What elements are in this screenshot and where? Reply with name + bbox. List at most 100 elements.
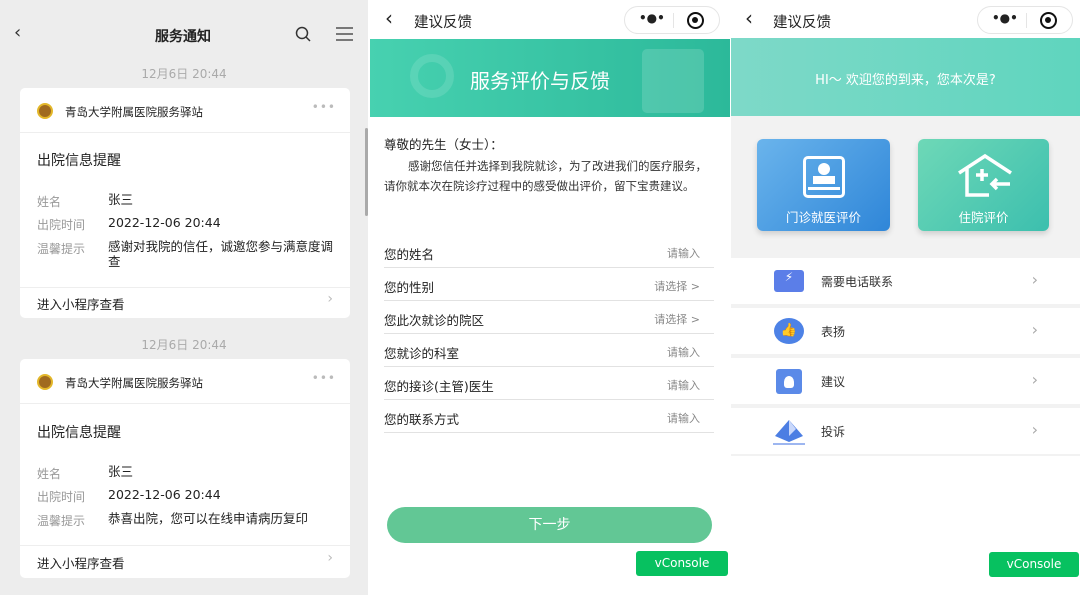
- campus-select[interactable]: 请选择 >: [654, 311, 700, 327]
- back-icon[interactable]: ‹: [745, 6, 753, 30]
- list-item-label: 需要电话联系: [821, 275, 894, 289]
- list-item-suggestion[interactable]: 建议 ›: [731, 358, 1080, 404]
- scrollbar[interactable]: [365, 128, 368, 216]
- feedback-home-panel: ‹ 建议反馈 •●• HI～ 欢迎您的到来，您本次是? 门诊就医评价 住院评价 …: [731, 0, 1080, 595]
- intro-paragraph: 感谢您信任并选择到我院就诊，为了改进我们的医疗服务，请你就本次在院诊疗过程中的感…: [384, 159, 707, 193]
- field-value: 恭喜出院，您可以在线申请病历复印: [108, 511, 309, 526]
- field-label: 您的姓名: [384, 247, 435, 262]
- chevron-right-icon: ›: [327, 291, 333, 307]
- card-title: 出院信息提醒: [37, 153, 121, 169]
- field-label: 姓名: [37, 467, 62, 481]
- header: ‹ 建议反馈 •●•: [731, 0, 1080, 40]
- chevron-right-icon: ›: [1031, 370, 1038, 389]
- form-row-campus[interactable]: 您此次就诊的院区 请选择 >: [384, 301, 714, 334]
- more-icon[interactable]: •••: [312, 371, 336, 385]
- field-label: 您就诊的科室: [384, 346, 460, 361]
- next-step-button[interactable]: 下一步: [387, 507, 712, 543]
- field-label: 出院时间: [37, 490, 86, 504]
- name-input[interactable]: 请输入: [667, 245, 700, 261]
- field-label: 温馨提示: [37, 242, 86, 256]
- list-item-phone-contact[interactable]: ⚡ 需要电话联系 ›: [731, 258, 1080, 304]
- list-item-label: 建议: [821, 375, 846, 389]
- capsule-menu: •●•: [977, 6, 1073, 34]
- field-label: 温馨提示: [37, 514, 86, 528]
- envelope-icon: [773, 420, 805, 445]
- inpatient-evaluation-button[interactable]: 住院评价: [918, 139, 1049, 231]
- field-label: 您的联系方式: [384, 412, 460, 427]
- page-title: 建议反馈: [773, 15, 831, 31]
- sender-name: 青岛大学附属医院服务驿站: [65, 105, 203, 119]
- chevron-right-icon: ›: [327, 550, 333, 566]
- chevron-right-icon: ›: [1031, 270, 1038, 289]
- field-label: 姓名: [37, 195, 62, 209]
- hospital-logo-icon: [37, 374, 53, 390]
- page-title: 建议反馈: [414, 15, 472, 31]
- back-icon[interactable]: ‹: [14, 22, 21, 43]
- contact-input[interactable]: 请输入: [667, 410, 700, 426]
- list-item-praise[interactable]: 👍 表扬 ›: [731, 308, 1080, 354]
- feedback-form-panel: ‹ 建议反馈 •●• 服务评价与反馈 尊敬的先生（女士）： 感谢您信任并选择到我…: [370, 0, 730, 595]
- form-row-contact[interactable]: 您的联系方式 请输入: [384, 400, 714, 433]
- field-value: 2022-12-06 20:44: [108, 215, 221, 230]
- inpatient-label: 住院评价: [958, 210, 1009, 225]
- form-row-name[interactable]: 您的姓名 请输入: [384, 235, 714, 268]
- sender-name: 青岛大学附属医院服务驿站: [65, 376, 203, 390]
- header: ‹ 建议反馈 •●•: [370, 0, 730, 40]
- clipboard-icon: [642, 49, 704, 113]
- field-label: 出院时间: [37, 218, 86, 232]
- field-label: 您的性别: [384, 280, 435, 295]
- banner-title: 服务评价与反馈: [470, 69, 610, 93]
- timestamp: 12月6日 20:44: [141, 67, 227, 81]
- more-icon[interactable]: •●•: [639, 11, 665, 25]
- capsule-menu: •●•: [624, 6, 720, 34]
- close-miniprogram-icon[interactable]: [687, 12, 704, 29]
- search-icon[interactable]: [295, 26, 311, 42]
- banner: 服务评价与反馈: [370, 39, 730, 117]
- card-title: 出院信息提醒: [37, 425, 121, 441]
- notification-card[interactable]: 青岛大学附属医院服务驿站 ••• 出院信息提醒 姓名 张三 出院时间 2022-…: [20, 359, 350, 578]
- menu-icon[interactable]: [336, 27, 353, 41]
- list-item-label: 表扬: [821, 325, 846, 339]
- form-row-doctor[interactable]: 您的接诊(主管)医生 请输入: [384, 367, 714, 400]
- notification-card[interactable]: 青岛大学附属医院服务驿站 ••• 出院信息提醒 姓名 张三 出院时间 2022-…: [20, 88, 350, 318]
- outpatient-label: 门诊就医评价: [785, 210, 861, 225]
- vconsole-button[interactable]: vConsole: [989, 552, 1079, 577]
- list-item-complaint[interactable]: 投诉 ›: [731, 408, 1080, 454]
- thumbs-up-icon: 👍: [774, 318, 804, 344]
- field-value: 张三: [108, 192, 134, 207]
- open-miniprogram-link[interactable]: 进入小程序查看: [37, 294, 125, 313]
- chevron-right-icon: ›: [1031, 420, 1038, 439]
- timestamp: 12月6日 20:44: [141, 338, 227, 352]
- open-miniprogram-link[interactable]: 进入小程序查看: [37, 553, 125, 572]
- greeting: 尊敬的先生（女士）：: [384, 137, 503, 152]
- gender-select[interactable]: 请选择 >: [654, 278, 700, 294]
- lightbulb-icon: [776, 369, 802, 394]
- close-miniprogram-icon[interactable]: [1040, 12, 1057, 29]
- hospital-logo-icon: [37, 103, 53, 119]
- doctor-input[interactable]: 请输入: [667, 377, 700, 393]
- patient-card-icon: [803, 156, 845, 198]
- list-item-label: 投诉: [821, 425, 846, 439]
- outpatient-evaluation-button[interactable]: 门诊就医评价: [757, 139, 890, 231]
- field-label: 您的接诊(主管)医生: [384, 379, 494, 394]
- chevron-right-icon: ›: [1031, 320, 1038, 339]
- header: ‹ 服务通知: [0, 0, 368, 45]
- lightning-chat-icon: ⚡: [774, 270, 804, 292]
- form-row-gender[interactable]: 您的性别 请选择 >: [384, 268, 714, 301]
- back-icon[interactable]: ‹: [385, 6, 393, 30]
- form-row-department[interactable]: 您就诊的科室 请输入: [384, 334, 714, 367]
- field-value: 2022-12-06 20:44: [108, 487, 221, 502]
- department-input[interactable]: 请输入: [667, 344, 700, 360]
- vconsole-button[interactable]: vConsole: [636, 551, 728, 576]
- service-notification-panel: ‹ 服务通知 12月6日 20:44 青岛大学附属医院服务驿站 ••• 出院信息…: [0, 0, 368, 595]
- more-icon[interactable]: •••: [312, 100, 336, 114]
- banner: HI～ 欢迎您的到来，您本次是?: [731, 38, 1080, 116]
- field-value: 张三: [108, 464, 134, 479]
- hospital-house-icon: [958, 153, 1012, 197]
- more-icon[interactable]: •●•: [992, 11, 1018, 25]
- field-label: 您此次就诊的院区: [384, 313, 485, 328]
- field-value: 感谢对我院的信任，诚邀您参与满意度调查: [108, 239, 334, 269]
- page-title: 服务通知: [155, 29, 211, 45]
- welcome-text: HI～ 欢迎您的到来，您本次是?: [815, 73, 996, 88]
- magnifier-icon: [410, 54, 454, 98]
